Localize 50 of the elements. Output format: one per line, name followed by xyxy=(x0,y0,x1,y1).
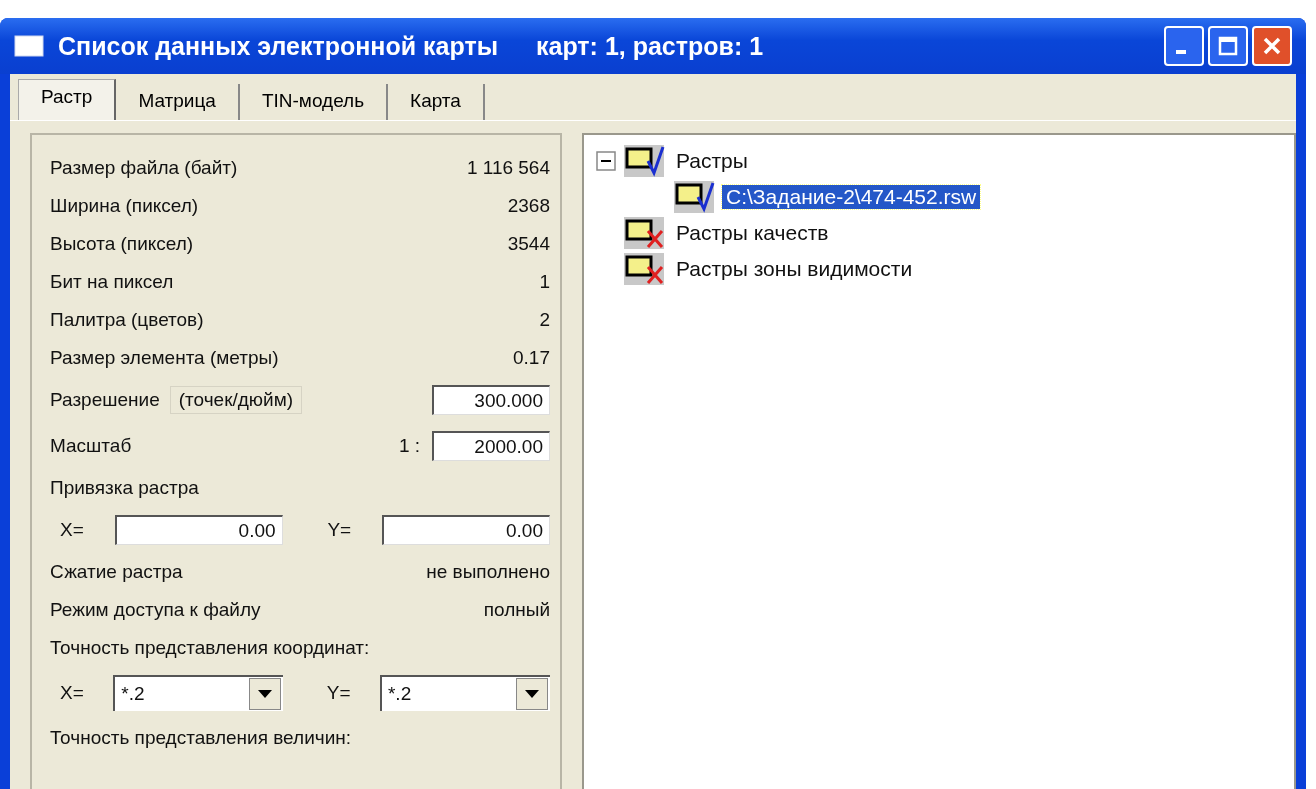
coordinate-label: X= xyxy=(60,682,84,704)
input-field[interactable]: 2000.00 xyxy=(432,431,550,461)
section-label: Точность представления величин: xyxy=(50,727,352,749)
tree-item[interactable]: Растры качеств xyxy=(672,221,833,245)
property-value: 1 116 564 xyxy=(466,157,550,179)
dropdown-arrow-icon xyxy=(524,690,539,698)
collapse-icon[interactable] xyxy=(596,151,616,171)
property-value: 0.17 xyxy=(513,347,550,369)
close-button[interactable] xyxy=(1252,26,1292,66)
property-label: Сжатие растра xyxy=(50,561,183,583)
tree-item[interactable]: C:\Задание-2\474-452.rsw xyxy=(722,185,981,209)
property-value: 2368 xyxy=(507,195,550,217)
tab[interactable]: Растр xyxy=(18,79,117,120)
window-icon xyxy=(14,35,44,57)
window-subtitle: карт: 1, растров: 1 xyxy=(536,31,764,61)
property-value: полный xyxy=(483,599,550,621)
property-label: Разрешение xyxy=(50,389,160,411)
coordinate-label: Y= xyxy=(327,519,352,541)
input-field[interactable]: 0.00 xyxy=(114,515,283,545)
property-label: Масштаб xyxy=(50,435,132,457)
property-label: Ширина (пиксел) xyxy=(50,195,199,217)
dropdown[interactable]: *.2 xyxy=(379,675,550,711)
minimize-icon xyxy=(1176,50,1186,54)
property-label: Режим доступа к файлу xyxy=(50,599,261,621)
input-field[interactable]: 0.00 xyxy=(382,515,550,545)
dropdown[interactable]: *.2 xyxy=(113,675,284,711)
unit-label: (точек/дюйм) xyxy=(169,386,303,414)
close-icon xyxy=(1261,35,1283,57)
property-label: Размер элемента (метры) xyxy=(50,347,279,369)
property-label: Палитра (цветов) xyxy=(50,309,204,331)
coordinate-label: Y= xyxy=(326,682,351,704)
property-value: 1 xyxy=(539,271,550,293)
section-label: Точность представления координат: xyxy=(50,637,370,659)
property-value: 2 xyxy=(539,309,550,331)
property-label: Бит на пиксел xyxy=(50,271,174,293)
dropdown-arrow-icon xyxy=(258,690,273,698)
scale-prefix: 1 : xyxy=(398,435,420,457)
property-label: Высота (пиксел) xyxy=(50,233,194,255)
property-value: не выполнено xyxy=(426,561,550,583)
maximize-icon xyxy=(1217,35,1239,57)
tree-item[interactable]: Растры зоны видимости xyxy=(672,257,917,281)
maximize-button[interactable] xyxy=(1208,26,1248,66)
input-field[interactable]: 300.000 xyxy=(432,385,550,415)
property-label: Размер файла (байт) xyxy=(50,157,238,179)
tree-item[interactable]: Растры xyxy=(672,149,752,173)
coordinate-label: X= xyxy=(60,519,84,541)
window-title: Список данных электронной карты xyxy=(58,31,498,61)
property-value: 3544 xyxy=(507,233,550,255)
minimize-button[interactable] xyxy=(1164,26,1204,66)
section-label: Привязка растра xyxy=(50,477,199,499)
